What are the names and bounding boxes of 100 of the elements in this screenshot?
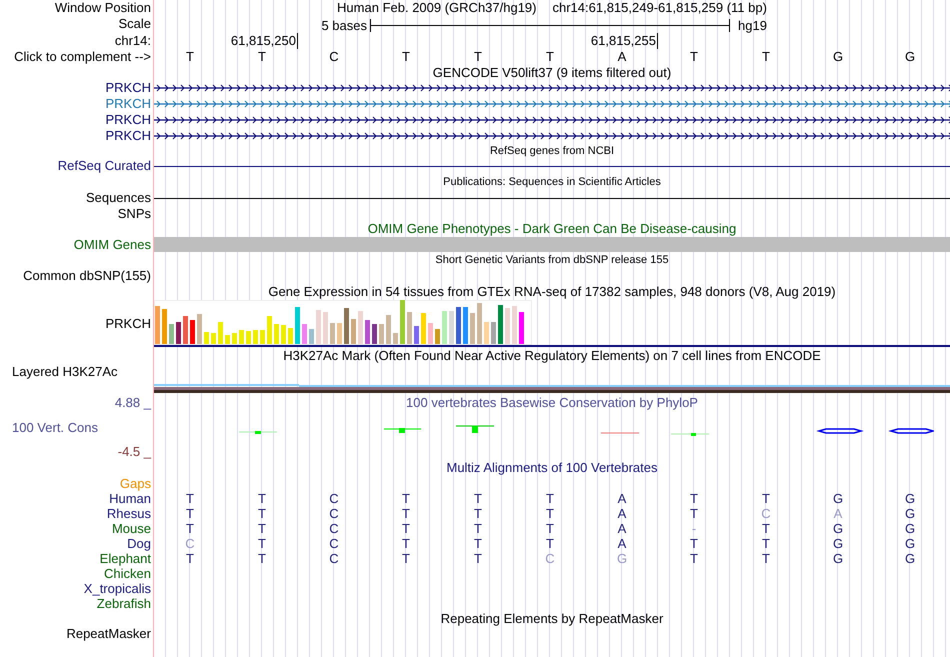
base-letter: T [186,506,194,521]
track-title: H3K27Ac Mark (Often Found Near Active Regulatory Elements) on 7 cell lines from ENCODE [283,347,821,366]
base-letter: T [186,491,194,506]
base-letter[interactable]: T [186,49,194,65]
track-label: Sequences [86,190,151,206]
base-letter: G [904,506,916,521]
scale-length: 5 bases [321,17,368,35]
track-label: OMIM Genes [74,236,151,252]
base-letter: T [402,491,410,506]
base-letter: T [474,521,482,536]
coordinate-tick: 61,815,250 [230,33,298,49]
scale-assembly: hg19 [737,17,768,35]
track-label: RefSeq Curated [58,158,151,174]
base-letter[interactable]: C [329,49,339,65]
base-letter: G [904,491,916,506]
track-title: Multiz Alignments of 100 Vertebrates [446,459,658,478]
track-label: Window Position [54,0,151,16]
base-letter: T [402,521,410,536]
base-letter: T [546,506,554,521]
track-label: Gaps [120,476,151,492]
track-label: Chicken [104,566,151,582]
base-letter: T [258,536,266,551]
base-letter: T [474,536,482,551]
base-letter: T [762,491,770,506]
base-letter: T [258,551,266,566]
track-label: PRKCH [105,112,151,128]
base-letter: C [761,506,771,521]
track-label: 4.88 _ [114,395,151,411]
track-title: Publications: Sequences in Scientific Articles [443,174,661,190]
base-letter: C [329,506,339,521]
track-label: Mouse [112,520,151,536]
track-label: X_tropicalis [84,580,151,596]
base-letter: T [690,491,698,506]
track-label: Rhesus [106,506,151,522]
base-letter: G [616,551,628,566]
base-letter: T [258,521,266,536]
base-letter: C [185,536,195,551]
base-letter[interactable]: A [618,49,626,65]
track-label: PRKCH [105,96,151,112]
base-letter: C [329,521,339,536]
base-letter[interactable]: T [258,49,266,65]
base-letter: T [402,506,410,521]
base-letter: T [474,506,482,521]
base-letter[interactable]: T [546,49,554,65]
track-label: RepeatMasker [66,626,151,642]
assembly-title: Human Feb. 2009 (GRCh37/hg19) [337,0,536,18]
base-letter: C [329,551,339,566]
base-letter: G [904,536,916,551]
base-letter: T [474,551,482,566]
base-letter: A [618,536,626,551]
track-title: RefSeq genes from NCBI [490,144,614,159]
base-letter: C [545,551,555,566]
base-letter: T [258,506,266,521]
track-label: -4.5 _ [118,444,151,460]
base-letter: T [186,521,194,536]
base-letter: T [546,491,554,506]
track-label: Click to complement --> [14,49,151,65]
base-letter: T [762,536,770,551]
base-letter: G [832,551,844,566]
base-letter: A [618,521,626,536]
base-letter: T [546,536,554,551]
track-label: Scale [118,16,151,32]
track-label: Dog [127,536,151,552]
track-label: Common dbSNP(155) [23,268,151,284]
track-title: OMIM Gene Phenotypes - Dark Green Can Be Disease-causing [368,220,736,238]
base-letter: G [832,491,844,506]
track-title: GENCODE V50lift37 (9 items filtered out) [432,64,672,82]
base-letter: C [329,536,339,551]
coordinate-tick: 61,815,255 [590,33,658,49]
track-label: Zebrafish [96,596,151,612]
base-letter: G [904,521,916,536]
base-letter: G [832,536,844,551]
track-label: Elephant [100,550,151,566]
base-letter[interactable]: T [402,49,410,65]
base-letter[interactable]: G [832,49,844,65]
track-title: 100 vertebrates Basewise Conservation by PhyloP [406,394,698,412]
base-letter: T [474,491,482,506]
base-letter: T [762,521,770,536]
base-letter: T [762,551,770,566]
base-letter: G [832,521,844,536]
track-label: 100 Vert. Cons [11,420,98,436]
base-letter: T [186,551,194,566]
base-letter[interactable]: G [904,49,916,65]
track-label: chr14: [114,32,151,48]
base-letter: G [904,551,916,566]
track-label: PRKCH [105,80,151,96]
base-letter[interactable]: T [474,49,482,65]
base-letter: T [546,521,554,536]
track-label: Layered H3K27Ac [11,365,118,379]
track-title: Gene Expression in 54 tissues from GTEx RNA-seq of 17382 samples, 948 donors (V8, Aug 2019) [268,283,836,302]
base-letter: T [690,551,698,566]
track-label: SNPs [118,206,151,222]
position-title: chr14:61,815,249-61,815,259 (11 bp) [552,0,767,18]
base-letter[interactable]: T [762,49,770,65]
track-title: Short Genetic Variants from dbSNP release 155 [435,252,669,268]
base-letter[interactable]: T [690,49,698,65]
track-label: Human [109,490,151,506]
track-title: Repeating Elements by RepeatMasker [440,610,664,628]
base-letter: C [329,491,339,506]
base-letter: A [618,491,626,506]
